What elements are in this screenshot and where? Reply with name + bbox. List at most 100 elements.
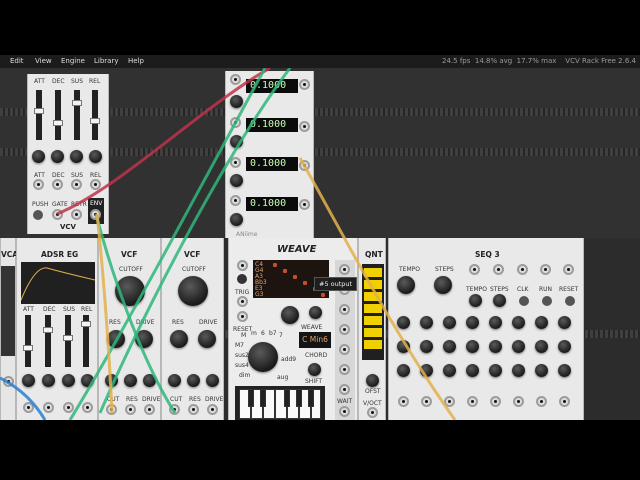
seq3-step-knob[interactable] (489, 340, 502, 353)
gate-input-jack[interactable] (52, 209, 63, 220)
seq3-step-knob[interactable] (512, 364, 525, 377)
seq3-step-knob[interactable] (535, 316, 548, 329)
seq3-step-knob[interactable] (535, 340, 548, 353)
vcf1-res-jack[interactable] (125, 404, 136, 415)
vcf2-res-jack[interactable] (188, 404, 199, 415)
seq3-gate-jack[interactable] (513, 396, 524, 407)
eg-jack-4[interactable] (82, 402, 93, 413)
seq3-gate-jack[interactable] (467, 396, 478, 407)
vcf2-cutoff-knob[interactable] (178, 276, 208, 306)
seq3-step-knob[interactable] (443, 316, 456, 329)
weave-knob[interactable] (281, 306, 299, 324)
menu-edit[interactable]: Edit (10, 55, 24, 68)
seq3-tempo-cv-knob[interactable] (469, 294, 482, 307)
menu-engine[interactable]: Engine (61, 55, 85, 68)
weave-out-jack[interactable] (339, 304, 350, 315)
seq3-gate-jack[interactable] (536, 396, 547, 407)
seq3-step-knob[interactable] (420, 364, 433, 377)
vcf2-cut-jack[interactable] (169, 404, 180, 415)
const-output-4[interactable] (299, 199, 310, 210)
seq3-step-knob[interactable] (535, 364, 548, 377)
att-input-jack[interactable] (33, 179, 44, 190)
weave-out-jack[interactable] (339, 344, 350, 355)
rack[interactable]: ATT DEC SUS REL ATT DEC SUS REL PUSH GAT… (0, 68, 640, 420)
weave-wait-jack[interactable] (339, 406, 350, 417)
eg-dec-slider[interactable] (43, 315, 53, 367)
weave-button[interactable] (237, 274, 247, 284)
vca-jack[interactable] (3, 376, 14, 387)
const-jack-1a[interactable] (230, 74, 241, 85)
dec-slider[interactable] (53, 90, 63, 140)
const-output-3[interactable] (299, 160, 310, 171)
vcf2-res-knob[interactable] (170, 330, 188, 348)
seq3-steps-jack[interactable] (493, 264, 504, 275)
const-knob-2[interactable] (230, 135, 243, 148)
weave-out-jack[interactable] (339, 364, 350, 375)
seq3-step-knob[interactable] (420, 316, 433, 329)
weave-trig-jack-a[interactable] (237, 260, 248, 271)
key-black[interactable] (284, 389, 290, 407)
seq3-reset-button[interactable] (565, 296, 575, 306)
chord-wheel[interactable]: M m 6 b7 7 M7 sus2 sus4 dim aug add9 (235, 330, 296, 386)
eg-sus-slider[interactable] (63, 315, 73, 367)
seq3-tempo-jack[interactable] (469, 264, 480, 275)
vcf1-cut-jack[interactable] (106, 404, 117, 415)
seq3-step-knob[interactable] (443, 364, 456, 377)
const-output-2[interactable] (299, 121, 310, 132)
dec-input-jack[interactable] (52, 179, 63, 190)
seq3-gate-jack[interactable] (398, 396, 409, 407)
eg-sus-knob[interactable] (62, 374, 75, 387)
vcf1-drive-jack[interactable] (144, 404, 155, 415)
vcf1-drive-cv-knob[interactable] (143, 374, 156, 387)
weave-out-jack[interactable] (339, 384, 350, 395)
seq3-step-knob[interactable] (512, 340, 525, 353)
seq3-step-knob[interactable] (489, 316, 502, 329)
sus-slider[interactable] (72, 90, 82, 140)
seq3-clk-jack[interactable] (517, 264, 528, 275)
weave-trig-jack[interactable] (237, 296, 248, 307)
seq3-step-knob[interactable] (558, 340, 571, 353)
seq3-step-knob[interactable] (558, 364, 571, 377)
const-knob-3[interactable] (230, 174, 243, 187)
qnt-ofst-knob[interactable] (366, 374, 379, 387)
key-black[interactable] (296, 389, 302, 407)
menu-view[interactable]: View (35, 55, 52, 68)
seq3-reset-jack[interactable] (563, 264, 574, 275)
key-black[interactable] (248, 389, 254, 407)
vcf1-res-cv-knob[interactable] (124, 374, 137, 387)
const-jack-4a[interactable] (230, 195, 241, 206)
eg-att-knob[interactable] (22, 374, 35, 387)
seq3-step-knob[interactable] (489, 364, 502, 377)
weave-small-knob[interactable] (309, 306, 322, 319)
seq3-tempo-knob[interactable] (397, 276, 415, 294)
seq3-steps-cv-knob[interactable] (493, 294, 506, 307)
weave-out-jack[interactable] (339, 324, 350, 335)
const-knob-1[interactable] (230, 95, 243, 108)
rel-cv-knob[interactable] (89, 150, 102, 163)
menu-library[interactable]: Library (94, 55, 118, 68)
eg-jack-3[interactable] (63, 402, 74, 413)
eg-jack-2[interactable] (43, 402, 54, 413)
weave-keyboard[interactable] (235, 386, 325, 420)
seq3-step-knob[interactable] (466, 364, 479, 377)
seq3-step-knob[interactable] (466, 316, 479, 329)
vcf1-cutoff-knob[interactable] (115, 276, 145, 306)
seq3-gate-jack[interactable] (490, 396, 501, 407)
vcf2-cut-cv-knob[interactable] (168, 374, 181, 387)
key-black[interactable] (260, 389, 266, 407)
vcf1-res-knob[interactable] (107, 330, 125, 348)
const-jack-3a[interactable] (230, 157, 241, 168)
vcf2-res-cv-knob[interactable] (187, 374, 200, 387)
seq3-step-knob[interactable] (397, 316, 410, 329)
rel-slider[interactable] (90, 90, 100, 140)
seq3-clk-button[interactable] (519, 296, 529, 306)
const-knob-4[interactable] (230, 213, 243, 226)
vcf2-drive-cv-knob[interactable] (206, 374, 219, 387)
vcf1-drive-knob[interactable] (135, 330, 153, 348)
seq3-gate-jack[interactable] (421, 396, 432, 407)
seq3-run-jack[interactable] (540, 264, 551, 275)
weave-reset-btn-jack[interactable] (237, 311, 248, 322)
att-cv-knob[interactable] (32, 150, 45, 163)
seq3-steps-knob[interactable] (434, 276, 452, 294)
att-slider[interactable] (34, 90, 44, 140)
